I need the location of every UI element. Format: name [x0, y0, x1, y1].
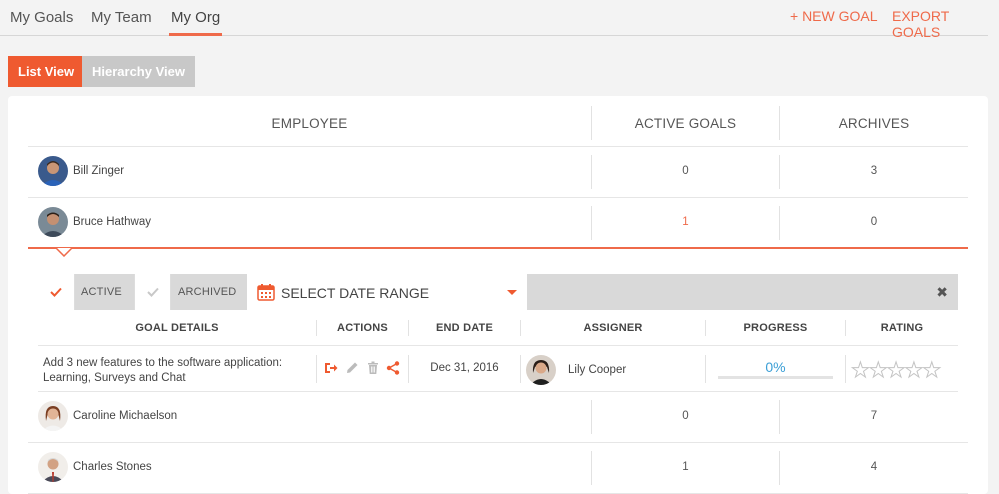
check-icon [146, 287, 159, 297]
share-icon[interactable] [386, 361, 400, 375]
expanded-row-indicator [28, 247, 968, 249]
column-divider [591, 106, 592, 140]
column-divider [520, 320, 521, 336]
progress-bar [718, 376, 833, 379]
active-goals-column-header: ACTIVE GOALS [634, 116, 737, 131]
divider [38, 345, 958, 346]
column-divider [520, 355, 521, 383]
close-icon[interactable]: ✖ [936, 284, 948, 301]
goal-details-header: GOAL DETAILS [135, 322, 219, 334]
progress-header: PROGRESS [743, 322, 808, 334]
expand-caret-icon [56, 248, 72, 257]
list-view-button[interactable]: List View [8, 56, 85, 87]
star-icon[interactable]: ★ [868, 359, 888, 382]
active-goals-count[interactable]: 0 [592, 410, 779, 422]
employee-name[interactable]: Caroline Michaelson [73, 410, 177, 422]
chevron-down-icon [507, 290, 517, 295]
assigner-name[interactable]: Lily Cooper [568, 364, 626, 376]
active-checkbox[interactable] [38, 274, 75, 310]
star-icon[interactable]: ★ [886, 359, 906, 382]
rating-header: RATING [880, 322, 924, 334]
tab-my-org[interactable]: My Org [168, 9, 223, 36]
star-icon[interactable]: ★ [922, 359, 942, 382]
column-divider [316, 320, 317, 336]
employee-name[interactable]: Bill Zinger [73, 165, 124, 177]
archives-column-header: ARCHIVES [838, 116, 910, 131]
archived-checkbox[interactable] [134, 274, 171, 310]
active-goals-count[interactable]: 0 [592, 165, 779, 177]
active-goals-count[interactable]: 1 [592, 461, 779, 473]
employee-column-header: EMPLOYEE [271, 116, 348, 131]
actions-header: ACTIONS [337, 322, 388, 334]
assigner-header: ASSIGNER [583, 322, 643, 334]
pencil-icon[interactable] [345, 361, 359, 375]
archives-count[interactable]: 4 [780, 461, 968, 473]
star-icon[interactable]: ★ [851, 359, 871, 382]
top-tab-bar: My Goals My Team My Org + NEW GOAL EXPOR… [0, 0, 988, 40]
active-filter-label[interactable]: ACTIVE [81, 286, 122, 298]
employee-name[interactable]: Charles Stones [73, 461, 152, 473]
avatar [38, 207, 68, 237]
end-date-header: END DATE [435, 322, 493, 334]
star-icon[interactable]: ★ [904, 359, 924, 382]
export-goals-button[interactable]: EXPORT GOALS [892, 8, 988, 40]
avatar [38, 452, 68, 482]
archives-count[interactable]: 0 [780, 216, 968, 228]
date-range-label: SELECT DATE RANGE [281, 285, 430, 301]
active-goals-count[interactable]: 1 [592, 216, 779, 228]
column-divider [845, 355, 846, 383]
avatar [38, 156, 68, 186]
rating-stars[interactable]: ★★★★★ [851, 359, 942, 382]
column-divider [779, 106, 780, 140]
goal-details-text[interactable]: Add 3 new features to the software appli… [43, 356, 303, 386]
assigner-avatar [526, 355, 556, 385]
column-divider [845, 320, 846, 336]
column-divider [408, 355, 409, 383]
new-goal-button[interactable]: + NEW GOAL [790, 8, 878, 24]
hierarchy-view-button[interactable]: Hierarchy View [82, 56, 195, 87]
trash-icon[interactable] [366, 361, 380, 375]
column-divider [316, 355, 317, 383]
column-divider [705, 320, 706, 336]
goal-end-date: Dec 31, 2016 [430, 362, 499, 374]
goal-filter-bar: ACTIVE ARCHIVED SELECT DATE RANGE ✖ [38, 274, 958, 310]
column-divider [705, 355, 706, 383]
archives-count[interactable]: 7 [780, 410, 968, 422]
tab-my-team[interactable]: My Team [91, 9, 152, 26]
check-icon [50, 287, 62, 297]
progress-percentage: 0% [765, 359, 786, 375]
date-range-select[interactable]: SELECT DATE RANGE [247, 274, 527, 310]
archived-filter-label[interactable]: ARCHIVED [178, 286, 236, 298]
share-out-icon[interactable] [324, 361, 338, 375]
tab-my-goals[interactable]: My Goals [10, 9, 73, 26]
column-divider [408, 320, 409, 336]
avatar [38, 401, 68, 431]
archives-count[interactable]: 3 [780, 165, 968, 177]
employee-name[interactable]: Bruce Hathway [73, 216, 151, 228]
calendar-icon [257, 284, 275, 301]
